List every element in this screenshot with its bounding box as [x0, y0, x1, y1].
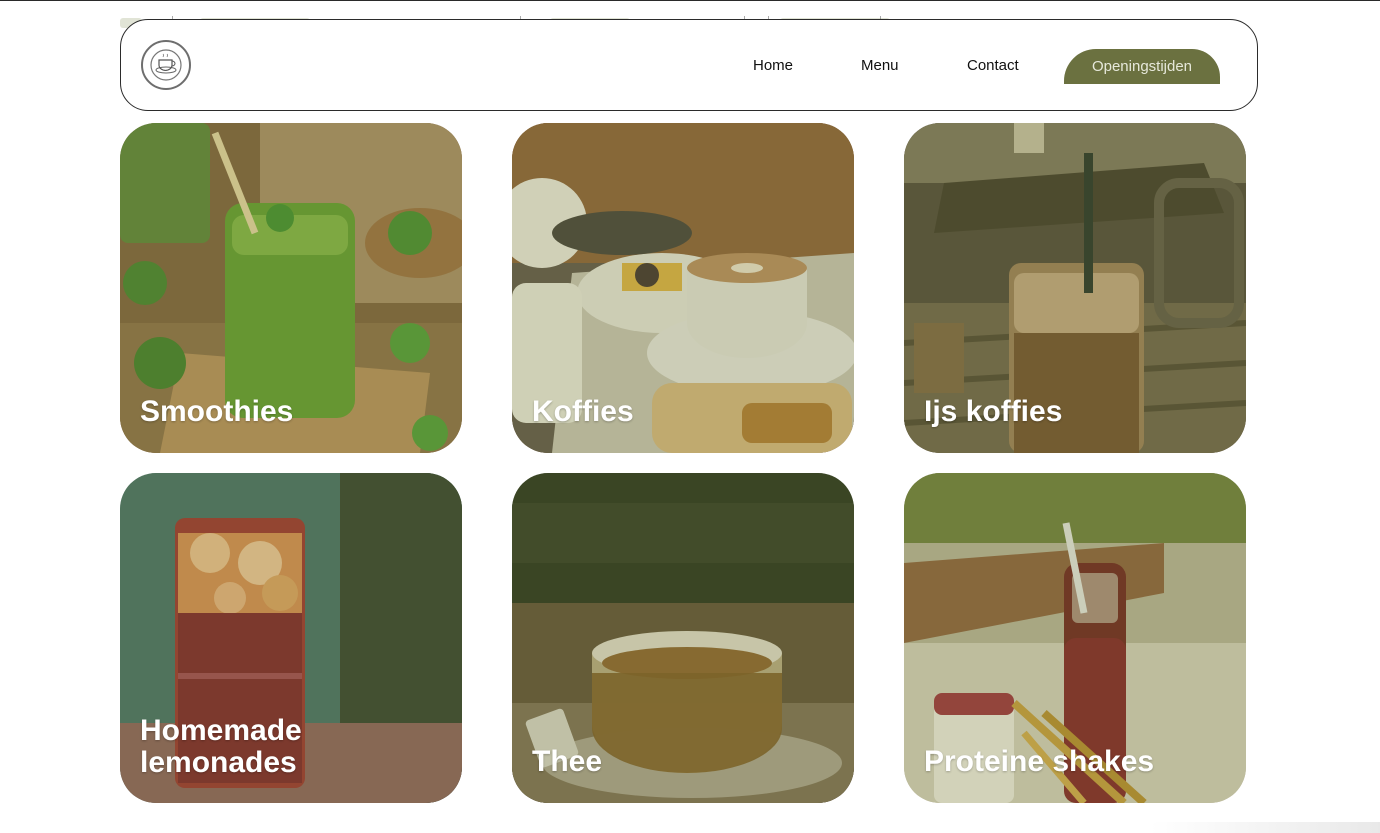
category-card-ijs-koffies[interactable]: Ijs koffies [904, 123, 1246, 453]
category-label: Koffies [532, 395, 634, 428]
category-card-smoothies[interactable]: Smoothies [120, 123, 462, 453]
nav-link-contact[interactable]: Contact [967, 57, 1019, 74]
category-label: Homemade lemonades [140, 714, 302, 779]
category-card-koffies[interactable]: Koffies [512, 123, 854, 453]
opening-hours-button[interactable]: Openingstijden [1064, 49, 1220, 84]
category-card-thee[interactable]: Thee [512, 473, 854, 803]
category-label: Ijs koffies [924, 395, 1063, 428]
top-border-line [0, 0, 1380, 1]
navbar: Home Menu Contact Openingstijden [120, 19, 1258, 111]
menu-category-grid: Smoothies Koffies Ijs koffies Homemade l… [120, 123, 1246, 803]
category-label: Thee [532, 745, 603, 778]
corner-shadow [1150, 822, 1380, 833]
category-card-homemade-lemonades[interactable]: Homemade lemonades [120, 473, 462, 803]
category-card-proteine-shakes[interactable]: Proteine shakes [904, 473, 1246, 803]
nav-link-menu[interactable]: Menu [861, 57, 899, 74]
category-label: Smoothies [140, 395, 294, 428]
category-label: Proteine shakes [924, 745, 1155, 778]
nav-link-home[interactable]: Home [753, 57, 793, 74]
